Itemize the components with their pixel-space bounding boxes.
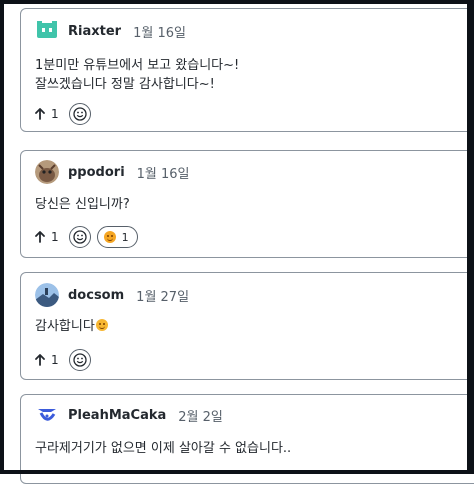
reaction-count: 1 — [121, 230, 129, 244]
blue-logo-icon[interactable] — [35, 403, 59, 427]
comment-card: ppodori 1월 16일 당신은 신입니까? 1 1 — [20, 150, 474, 258]
comment-actions: 1 1 — [35, 225, 138, 249]
add-reaction-button[interactable] — [68, 103, 91, 125]
comment-card: docsom 1월 27일 감사합니다 1 — [20, 272, 474, 380]
add-reaction-button[interactable] — [68, 226, 91, 248]
upvote-count: 1 — [51, 230, 59, 244]
comment-line: 구라제거기가 없으면 이제 살아갈 수 없습니다.. — [35, 441, 292, 456]
comment-body: 감사합니다 — [35, 317, 108, 336]
smiley-icon — [72, 353, 87, 367]
landscape-photo-icon[interactable] — [35, 283, 59, 307]
heart-eyes-emoji-icon — [103, 231, 116, 243]
upvote-button[interactable]: 1 — [35, 353, 59, 367]
comment-author[interactable]: PleahMaCaka — [68, 408, 166, 423]
comment-author[interactable]: Riaxter — [68, 24, 121, 39]
upvote-count: 1 — [51, 353, 59, 367]
comment-line: 당신은 신입니까? — [35, 197, 130, 212]
window-edge — [467, 0, 474, 474]
smiley-icon — [72, 107, 87, 121]
comment-card: Riaxter 1월 16일 1분미만 유튜브에서 보고 왔습니다~! 잘쓰겠습… — [20, 8, 474, 132]
arrow-up-icon — [35, 108, 45, 120]
robot-icon[interactable] — [35, 19, 59, 43]
comment-line: 1분미만 유튜브에서 보고 왔습니다~! — [35, 58, 240, 73]
comment-line: 잘쓰겠습니다 정말 감사합니다~! — [35, 77, 215, 92]
comment-header: Riaxter 1월 16일 — [35, 17, 186, 45]
upvote-button[interactable]: 1 — [35, 107, 59, 121]
comment-date[interactable]: 1월 27일 — [136, 286, 189, 305]
reaction-pill[interactable]: 1 — [96, 226, 138, 248]
comment-body: 1분미만 유튜브에서 보고 왔습니다~! 잘쓰겠습니다 정말 감사합니다~! — [35, 56, 239, 94]
smiling-emoji-icon — [95, 319, 108, 331]
comment-date[interactable]: 1월 16일 — [137, 163, 190, 182]
arrow-up-icon — [35, 231, 45, 243]
comment-body: 당신은 신입니까? — [35, 195, 130, 214]
comment-header: ppodori 1월 16일 — [35, 158, 190, 186]
upvote-button[interactable]: 1 — [35, 230, 59, 244]
comment-author[interactable]: docsom — [68, 288, 124, 303]
comment-card: PleahMaCaka 2월 2일 구라제거기가 없으면 이제 살아갈 수 없습… — [20, 394, 474, 484]
upvote-count: 1 — [51, 107, 59, 121]
comment-date[interactable]: 1월 16일 — [133, 22, 186, 41]
arrow-up-icon — [35, 354, 45, 366]
comment-actions: 1 — [35, 102, 97, 126]
comment-actions: 1 — [35, 348, 97, 372]
comment-body: 구라제거기가 없으면 이제 살아갈 수 없습니다.. — [35, 439, 291, 458]
smiley-icon — [72, 230, 87, 244]
cat-photo-icon[interactable] — [35, 160, 59, 184]
comment-header: PleahMaCaka 2월 2일 — [35, 401, 223, 429]
comment-line: 감사합니다 — [35, 319, 95, 334]
comment-author[interactable]: ppodori — [68, 165, 125, 180]
add-reaction-button[interactable] — [68, 349, 91, 371]
comment-date[interactable]: 2월 2일 — [178, 406, 223, 425]
comment-header: docsom 1월 27일 — [35, 281, 189, 309]
